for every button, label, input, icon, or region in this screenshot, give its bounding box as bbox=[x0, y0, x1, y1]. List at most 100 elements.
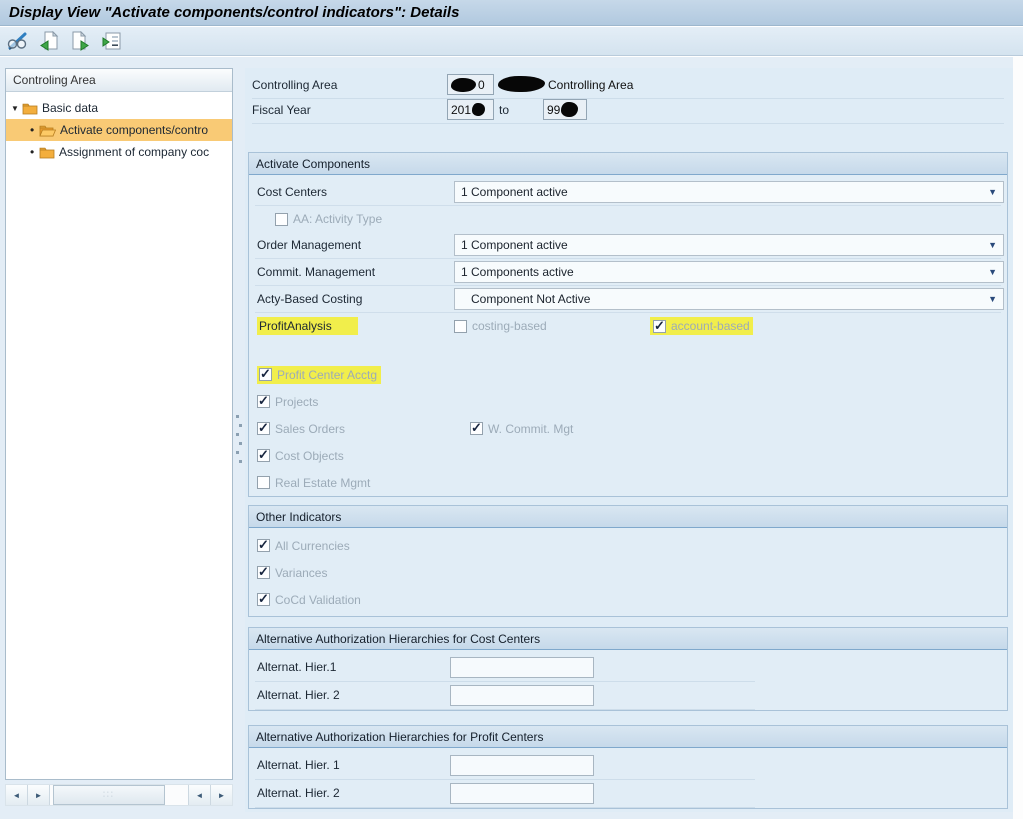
group-header: Alternative Authorization Hierarchies fo… bbox=[249, 628, 1007, 650]
acty-based-costing-dropdown[interactable]: Component Not Active ▼ bbox=[454, 288, 1004, 310]
tree-item-label: Basic data bbox=[42, 101, 98, 115]
profit-analysis-row: ProfitAnalysis costing-based account-bas… bbox=[255, 313, 1001, 341]
redaction-blob bbox=[498, 76, 545, 92]
aa-activity-type-checkbox-group: AA: Activity Type bbox=[275, 212, 382, 226]
tree-header: Controling Area bbox=[6, 69, 232, 92]
variances-checkbox-group: Variances bbox=[257, 566, 327, 580]
costing-based-checkbox[interactable] bbox=[454, 320, 467, 333]
cost-objects-checkbox[interactable] bbox=[257, 449, 270, 462]
costing-based-checkbox-group: costing-based bbox=[454, 319, 547, 333]
projects-checkbox[interactable] bbox=[257, 395, 270, 408]
order-management-dropdown[interactable]: 1 Component active ▼ bbox=[454, 234, 1004, 256]
profit-center-acctg-checkbox[interactable] bbox=[259, 368, 272, 381]
profit-center-acctg-checkbox-group: Profit Center Acctg bbox=[257, 366, 381, 384]
w-commit-mgt-checkbox[interactable] bbox=[470, 422, 483, 435]
cost-centers-label: Cost Centers bbox=[257, 185, 327, 199]
right-gutter bbox=[1013, 57, 1023, 819]
scrollbar-grip: ∙∙∙∙∙∙ bbox=[103, 791, 115, 799]
alt-hier-1-label: Alternat. Hier. 1 bbox=[257, 758, 340, 772]
scroll-left-icon[interactable]: ◄ bbox=[6, 785, 28, 805]
alt-hier-1-row: Alternat. Hier. 1 bbox=[255, 752, 755, 780]
open-folder-icon bbox=[39, 124, 56, 137]
commit-management-row: Commit. Management 1 Components active ▼ bbox=[255, 259, 1001, 286]
redaction-blob bbox=[561, 102, 578, 117]
projects-row: Projects bbox=[255, 388, 1001, 415]
alt-hier-1-row: Alternat. Hier.1 bbox=[255, 654, 755, 682]
cost-centers-dropdown[interactable]: 1 Component active ▼ bbox=[454, 181, 1004, 203]
commit-management-dropdown[interactable]: 1 Components active ▼ bbox=[454, 261, 1004, 283]
tree-bullet: • bbox=[30, 123, 39, 137]
controlling-area-label: Controlling Area bbox=[252, 78, 337, 92]
scroll-right-icon[interactable]: ► bbox=[210, 785, 232, 805]
alt-hier-1-input[interactable] bbox=[450, 755, 594, 776]
aa-activity-type-checkbox[interactable] bbox=[275, 213, 288, 226]
redaction-blob bbox=[451, 78, 476, 92]
alt-hier-1-input[interactable] bbox=[450, 657, 594, 678]
sales-orders-checkbox[interactable] bbox=[257, 422, 270, 435]
alt-hier-1-label: Alternat. Hier.1 bbox=[257, 660, 336, 674]
aa-activity-type-row: AA: Activity Type bbox=[255, 206, 1001, 232]
panel-splitter-handle[interactable] bbox=[236, 415, 242, 471]
previous-entry-icon[interactable] bbox=[37, 30, 61, 52]
dropdown-value: 1 Component active bbox=[461, 238, 568, 252]
redaction-blob bbox=[472, 103, 485, 116]
tree-item-assignment-company-codes[interactable]: • Assignment of company coc bbox=[6, 141, 232, 163]
tree-bullet: • bbox=[30, 145, 39, 159]
fiscal-year-label: Fiscal Year bbox=[252, 103, 311, 117]
position-entry-icon[interactable] bbox=[99, 30, 123, 52]
cocd-validation-checkbox[interactable] bbox=[257, 593, 270, 606]
alt-hier-2-input[interactable] bbox=[450, 783, 594, 804]
acty-based-costing-row: Acty-Based Costing Component Not Active … bbox=[255, 286, 1001, 313]
display-change-icon[interactable] bbox=[6, 30, 30, 52]
group-title: Alternative Authorization Hierarchies fo… bbox=[256, 730, 543, 744]
chevron-down-icon: ▼ bbox=[988, 187, 997, 197]
profit-center-acctg-row: Profit Center Acctg bbox=[255, 361, 1001, 388]
scrollbar-track[interactable]: ∙∙∙∙∙∙ bbox=[50, 785, 188, 805]
cost-objects-row: Cost Objects bbox=[255, 442, 1001, 469]
real-estate-mgmt-row: Real Estate Mgmt bbox=[255, 469, 1001, 496]
dialog-structure-tree: Controling Area ▼ Basic data • bbox=[5, 68, 233, 780]
account-based-checkbox[interactable] bbox=[653, 320, 666, 333]
page-title: Display View "Activate components/contro… bbox=[9, 4, 459, 21]
dropdown-value: 1 Component active bbox=[461, 185, 568, 199]
group-title: Other Indicators bbox=[256, 510, 341, 524]
account-based-checkbox-group: account-based bbox=[650, 317, 753, 335]
scroll-left-icon[interactable]: ◄ bbox=[188, 785, 210, 805]
variances-row: Variances bbox=[255, 559, 1001, 586]
variances-label: Variances bbox=[275, 566, 327, 580]
scroll-right-icon[interactable]: ► bbox=[28, 785, 50, 805]
real-estate-mgmt-checkbox[interactable] bbox=[257, 476, 270, 489]
variances-checkbox[interactable] bbox=[257, 566, 270, 579]
tree-item-basic-data[interactable]: ▼ Basic data bbox=[6, 97, 232, 119]
fiscal-year-from-field[interactable]: 201 bbox=[447, 99, 494, 120]
real-estate-mgmt-label: Real Estate Mgmt bbox=[275, 476, 370, 490]
controlling-area-description: Controlling Area bbox=[548, 78, 633, 92]
alt-hier-2-input[interactable] bbox=[450, 685, 594, 706]
tree-body: ▼ Basic data • bbox=[6, 92, 232, 163]
alt-auth-profit-centers-group: Alternative Authorization Hierarchies fo… bbox=[248, 725, 1008, 809]
tree-item-label: Activate components/contro bbox=[60, 123, 208, 137]
profit-center-acctg-label: Profit Center Acctg bbox=[277, 368, 377, 382]
fiscal-year-to-field[interactable]: 99 bbox=[543, 99, 587, 120]
alt-hier-2-row: Alternat. Hier. 2 bbox=[255, 780, 755, 808]
folder-icon bbox=[22, 102, 38, 115]
tree-item-activate-components[interactable]: • Activate components/contro bbox=[6, 119, 232, 141]
all-currencies-label: All Currencies bbox=[275, 539, 350, 553]
real-estate-mgmt-checkbox-group: Real Estate Mgmt bbox=[257, 476, 370, 490]
application-toolbar bbox=[0, 27, 1023, 56]
sap-window: Display View "Activate components/contro… bbox=[0, 0, 1023, 819]
all-currencies-checkbox[interactable] bbox=[257, 539, 270, 552]
expander-icon[interactable]: ▼ bbox=[11, 104, 22, 113]
tree-horizontal-scrollbar: ◄ ► ∙∙∙∙∙∙ ◄ ► bbox=[5, 784, 233, 806]
next-entry-icon[interactable] bbox=[68, 30, 92, 52]
group-title: Activate Components bbox=[256, 157, 370, 171]
tree-header-label: Controling Area bbox=[13, 73, 96, 87]
scrollbar-thumb[interactable]: ∙∙∙∙∙∙ bbox=[53, 785, 165, 805]
commit-management-label: Commit. Management bbox=[257, 265, 375, 279]
other-indicators-group: Other Indicators All Currencies Variance… bbox=[248, 505, 1008, 617]
profit-analysis-label: ProfitAnalysis bbox=[257, 317, 358, 335]
cocd-validation-label: CoCd Validation bbox=[275, 593, 361, 607]
tree-item-label: Assignment of company coc bbox=[59, 145, 209, 159]
controlling-area-field[interactable]: 0 bbox=[447, 74, 494, 95]
cost-objects-label: Cost Objects bbox=[275, 449, 344, 463]
